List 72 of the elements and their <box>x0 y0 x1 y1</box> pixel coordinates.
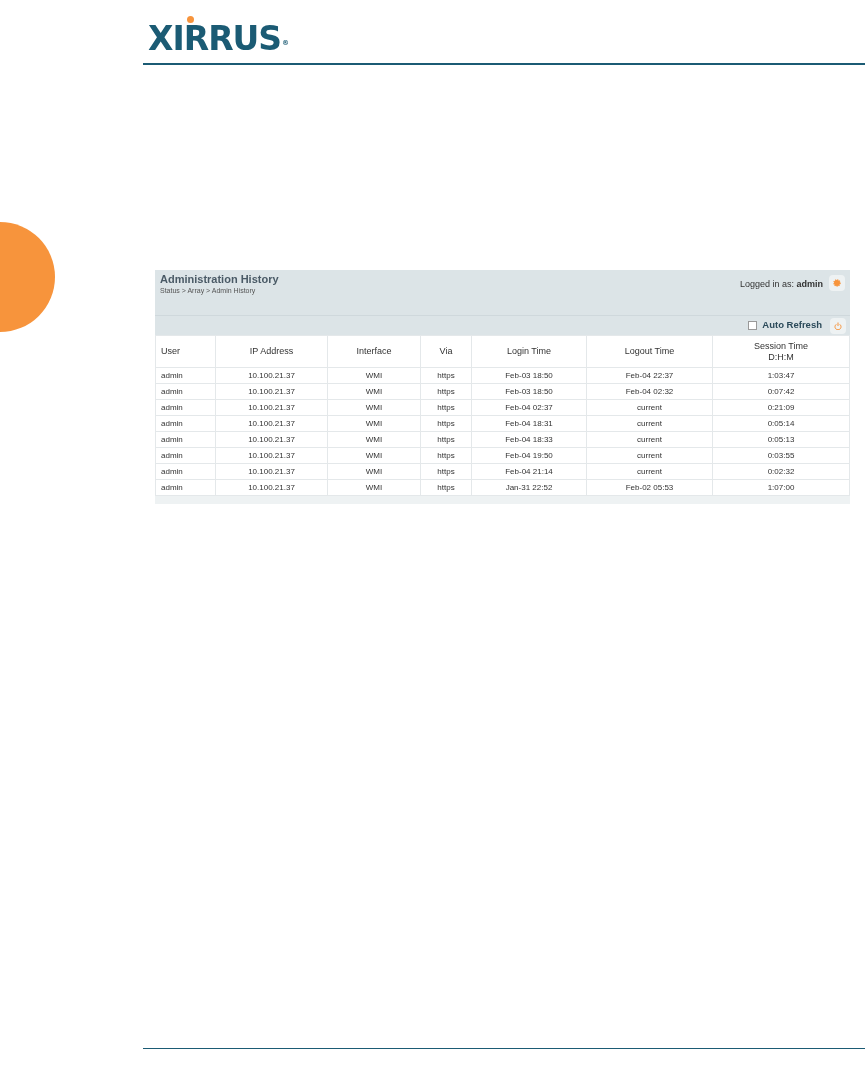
table-cell: https <box>420 399 472 416</box>
table-cell: WMI <box>327 399 421 416</box>
table-cell: 10.100.21.37 <box>215 415 328 432</box>
table-cell: admin <box>155 463 216 480</box>
table-cell: current <box>586 431 713 448</box>
table-cell: 1:03:47 <box>712 367 850 384</box>
auto-refresh-label: Auto Refresh <box>762 318 822 333</box>
table-cell: https <box>420 367 472 384</box>
table-cell: 0:03:55 <box>712 447 850 464</box>
table-cell: admin <box>155 383 216 400</box>
table-cell: 10.100.21.37 <box>215 383 328 400</box>
table-cell: 0:21:09 <box>712 399 850 416</box>
table-cell: https <box>420 431 472 448</box>
table-cell: https <box>420 479 472 496</box>
table-cell: 10.100.21.37 <box>215 367 328 384</box>
table-cell: Feb-02 05:53 <box>586 479 713 496</box>
table-cell: Feb-04 22:37 <box>586 367 713 384</box>
column-header: User <box>160 346 181 357</box>
logged-in-label: Logged in as: admin <box>739 278 823 291</box>
table-cell: WMI <box>327 479 421 496</box>
table-cell: current <box>586 415 713 432</box>
refresh-button[interactable] <box>830 317 846 334</box>
table-cell: https <box>420 415 472 432</box>
table-cell: 10.100.21.37 <box>215 447 328 464</box>
table-cell: 0:02:32 <box>712 463 850 480</box>
table-cell: 10.100.21.37 <box>215 431 328 448</box>
table-cell: Feb-04 18:31 <box>471 415 587 432</box>
table-cell: https <box>420 447 472 464</box>
column-header: Via <box>438 346 454 357</box>
table-cell: 0:05:14 <box>712 415 850 432</box>
column-header: IP Address <box>248 346 295 357</box>
table-cell: https <box>420 463 472 480</box>
table-cell: admin <box>155 431 216 448</box>
column-header: Session Time D:H:M <box>753 340 809 363</box>
table-cell: current <box>586 463 713 480</box>
logo-text: XIRRUS <box>148 22 282 55</box>
table-cell: 0:07:42 <box>712 383 850 400</box>
table-cell: WMI <box>327 463 421 480</box>
table-cell: Jan-31 22:52 <box>471 479 587 496</box>
table-cell: admin <box>155 479 216 496</box>
table-cell: Feb-04 02:37 <box>471 399 587 416</box>
table-cell: 10.100.21.37 <box>215 463 328 480</box>
table-cell: admin <box>155 447 216 464</box>
power-icon <box>834 321 842 330</box>
table-cell: WMI <box>327 447 421 464</box>
table-cell: WMI <box>327 367 421 384</box>
table-cell: Feb-03 18:50 <box>471 367 587 384</box>
table-cell: https <box>420 383 472 400</box>
table-cell: 10.100.21.37 <box>215 399 328 416</box>
table-cell: admin <box>155 415 216 432</box>
table-cell: 10.100.21.37 <box>215 479 328 496</box>
table-cell: Feb-04 18:33 <box>471 431 587 448</box>
table-cell: Feb-03 18:50 <box>471 383 587 400</box>
settings-button[interactable] <box>829 275 845 291</box>
table-cell: Feb-04 02:32 <box>586 383 713 400</box>
table-cell: WMI <box>327 431 421 448</box>
table-cell: Feb-04 19:50 <box>471 447 587 464</box>
column-header: Logout Time <box>623 346 676 357</box>
table-cell: WMI <box>327 415 421 432</box>
table-cell: 1:07:00 <box>712 479 850 496</box>
table-cell: admin <box>155 367 216 384</box>
panel-title: Administration History <box>160 273 279 287</box>
column-header: Interface <box>355 346 393 357</box>
auto-refresh-checkbox[interactable] <box>748 321 758 330</box>
table-cell: Feb-04 21:14 <box>471 463 587 480</box>
settings-icon <box>833 279 841 287</box>
table-cell: WMI <box>327 383 421 400</box>
table-cell: 0:05:13 <box>712 431 850 448</box>
table-cell: admin <box>155 399 216 416</box>
column-header: Login Time <box>506 346 552 357</box>
table-cell: current <box>586 399 713 416</box>
table-cell: current <box>586 447 713 464</box>
